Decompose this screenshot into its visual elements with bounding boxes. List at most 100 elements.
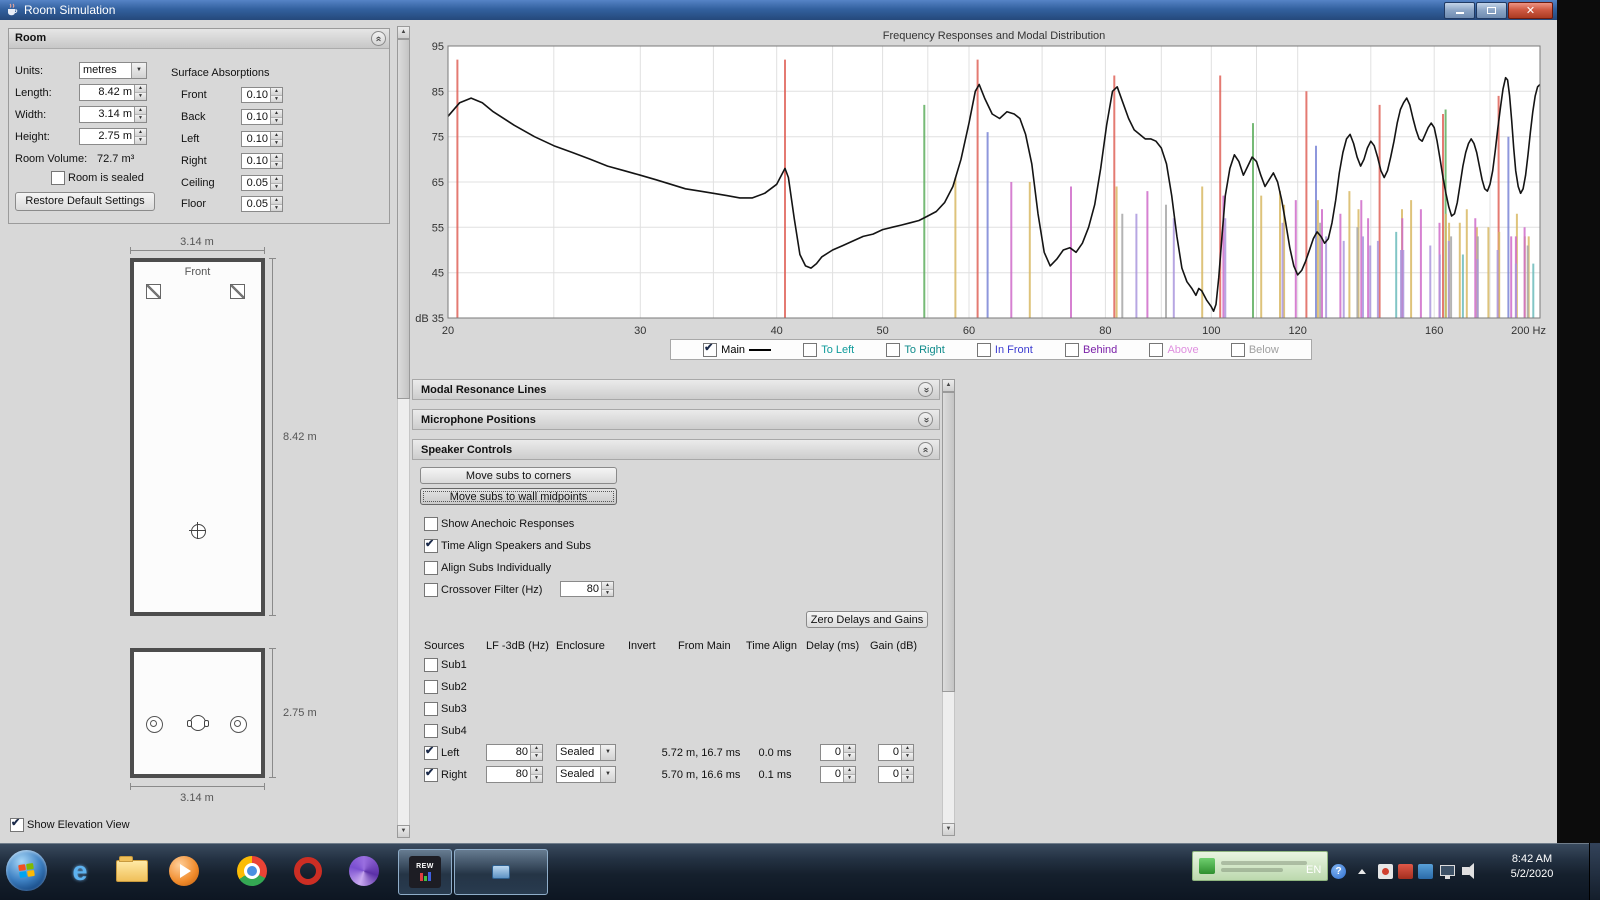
units-select[interactable]: metres ▼ — [79, 62, 147, 79]
close-button[interactable]: ✕ — [1508, 1, 1553, 19]
absorption-back-input[interactable]: 0.10 ▲ ▼ — [241, 109, 283, 125]
room-panel-header[interactable]: Room — [9, 29, 389, 49]
file-explorer-icon[interactable] — [110, 849, 154, 893]
spinner-arrows[interactable]: ▲ ▼ — [270, 110, 282, 124]
spinner-arrows[interactable]: ▲ ▼ — [601, 582, 613, 596]
show-desktop-button[interactable] — [1589, 843, 1600, 900]
restore-defaults-button[interactable]: Restore Default Settings — [15, 192, 155, 211]
spinner-arrows[interactable]: ▲ ▼ — [270, 197, 282, 211]
spinner-arrows[interactable]: ▲ ▼ — [270, 154, 282, 168]
expand-mic-section-button[interactable] — [918, 412, 933, 427]
sections-scrollbar-thumb[interactable] — [942, 392, 955, 692]
app-swirl-icon[interactable] — [342, 849, 386, 893]
right-speaker-topdown-icon[interactable] — [230, 284, 245, 299]
spinner-arrows[interactable]: ▲ ▼ — [270, 88, 282, 102]
network-tray-icon[interactable] — [1440, 865, 1455, 879]
move-subs-corners-button[interactable]: Move subs to corners — [420, 467, 617, 484]
panel-scrollbar-thumb[interactable] — [397, 39, 410, 399]
left-enclosure-select[interactable]: Sealed ▼ — [556, 744, 616, 761]
legend-checkbox-above[interactable] — [1149, 342, 1164, 357]
section-speaker-controls[interactable]: Speaker Controls — [412, 439, 940, 460]
crossover-frequency-input[interactable]: 80 ▲ ▼ — [560, 581, 614, 597]
anechoic-checkbox[interactable] — [424, 517, 438, 531]
spinner-arrows[interactable]: ▲ ▼ — [843, 745, 855, 760]
left-source-checkbox[interactable] — [424, 744, 438, 760]
scroll-down-button[interactable]: ▼ — [397, 825, 410, 838]
tray-icon[interactable] — [1398, 864, 1413, 879]
legend-checkbox-main[interactable] — [703, 341, 718, 357]
sub3-checkbox[interactable] — [424, 702, 438, 716]
minimize-button[interactable] — [1444, 1, 1475, 19]
enclosure-dropdown-icon[interactable]: ▼ — [600, 767, 615, 782]
right-lf-input[interactable]: 80 ▲ ▼ — [486, 766, 543, 783]
legend-checkbox-to-right[interactable] — [886, 342, 901, 357]
left-lf-input[interactable]: 80 ▲ ▼ — [486, 744, 543, 761]
right-delay-input[interactable]: 0 ▲ ▼ — [820, 766, 856, 783]
collapse-room-button[interactable] — [371, 31, 386, 46]
listener-head-icon[interactable] — [187, 715, 209, 731]
spinner-arrows[interactable]: ▲ ▼ — [270, 176, 282, 190]
maximize-button[interactable] — [1476, 1, 1507, 19]
media-player-icon[interactable] — [162, 849, 206, 893]
hidden-icons-chevron[interactable] — [1358, 869, 1366, 874]
width-spinner-arrows[interactable]: ▲ ▼ — [134, 107, 146, 122]
help-tray-icon[interactable]: ? — [1331, 864, 1346, 879]
length-spinner-arrows[interactable]: ▲ ▼ — [134, 85, 146, 100]
enclosure-dropdown-icon[interactable]: ▼ — [600, 745, 615, 760]
absorption-left-input[interactable]: 0.10 ▲ ▼ — [241, 131, 283, 147]
sub4-checkbox[interactable] — [424, 724, 438, 738]
show-elevation-checkbox[interactable] — [10, 816, 24, 832]
width-input[interactable]: 3.14 m ▲ ▼ — [79, 106, 147, 123]
opera-icon[interactable] — [286, 849, 330, 893]
section-microphone-positions[interactable]: Microphone Positions — [412, 409, 940, 430]
left-gain-input[interactable]: 0 ▲ ▼ — [878, 744, 914, 761]
length-input[interactable]: 8.42 m ▲ ▼ — [79, 84, 147, 101]
volume-tray-icon[interactable] — [1462, 863, 1474, 879]
right-gain-input[interactable]: 0 ▲ ▼ — [878, 766, 914, 783]
height-input[interactable]: 2.75 m ▲ ▼ — [79, 128, 147, 145]
spinner-arrows[interactable]: ▲ ▼ — [270, 132, 282, 146]
legend-checkbox-below[interactable] — [1230, 342, 1245, 357]
height-spinner-arrows[interactable]: ▲ ▼ — [134, 129, 146, 144]
left-speaker-elevation-icon[interactable] — [146, 716, 163, 733]
absorption-front-input[interactable]: 0.10 ▲ ▼ — [241, 87, 283, 103]
right-speaker-elevation-icon[interactable] — [230, 716, 247, 733]
legend-checkbox-behind[interactable] — [1065, 342, 1079, 357]
spinner-arrows[interactable]: ▲ ▼ — [530, 767, 542, 782]
internet-explorer-icon[interactable]: e — [58, 849, 102, 893]
left-speaker-topdown-icon[interactable] — [146, 284, 161, 299]
crossover-checkbox[interactable] — [424, 583, 438, 597]
collapse-speaker-section-button[interactable] — [918, 442, 933, 457]
align-individually-checkbox[interactable] — [424, 561, 438, 575]
spinner-arrows[interactable]: ▲ ▼ — [901, 767, 913, 782]
start-button[interactable] — [6, 850, 47, 891]
tray-icon[interactable] — [1378, 864, 1393, 879]
taskbar-clock[interactable]: 8:42 AM 5/2/2020 — [1486, 852, 1578, 882]
sections-scroll-down-button[interactable]: ▼ — [942, 823, 955, 836]
spinner-arrows[interactable]: ▲ ▼ — [530, 745, 542, 760]
legend-checkbox-to-left[interactable] — [803, 342, 818, 357]
spinner-arrows[interactable]: ▲ ▼ — [901, 745, 913, 760]
expand-modal-section-button[interactable] — [918, 382, 933, 397]
open-window-taskbar-button[interactable] — [454, 849, 548, 895]
tray-icon[interactable] — [1418, 864, 1433, 879]
absorption-ceiling-input[interactable]: 0.05 ▲ ▼ — [241, 175, 283, 191]
time-align-checkbox[interactable] — [424, 537, 438, 553]
listener-position-icon[interactable] — [189, 522, 206, 539]
sub2-checkbox[interactable] — [424, 680, 438, 694]
section-modal-resonance-lines[interactable]: Modal Resonance Lines — [412, 379, 940, 400]
sub1-checkbox[interactable] — [424, 658, 438, 672]
chrome-icon[interactable] — [230, 849, 274, 893]
sections-scroll-up-button[interactable]: ▲ — [942, 379, 955, 392]
language-indicator[interactable]: EN — [1306, 864, 1321, 876]
left-delay-input[interactable]: 0 ▲ ▼ — [820, 744, 856, 761]
rew-taskbar-button[interactable]: REW — [398, 849, 452, 895]
scroll-up-button[interactable]: ▲ — [397, 26, 410, 39]
right-enclosure-select[interactable]: Sealed ▼ — [556, 766, 616, 783]
zero-delays-gains-button[interactable]: Zero Delays and Gains — [806, 611, 928, 628]
right-source-checkbox[interactable] — [424, 766, 438, 782]
legend-checkbox-in-front[interactable] — [976, 342, 991, 357]
move-subs-midpoints-button[interactable]: Move subs to wall midpoints — [420, 488, 617, 505]
absorption-right-input[interactable]: 0.10 ▲ ▼ — [241, 153, 283, 169]
room-sealed-checkbox[interactable] — [51, 171, 65, 185]
